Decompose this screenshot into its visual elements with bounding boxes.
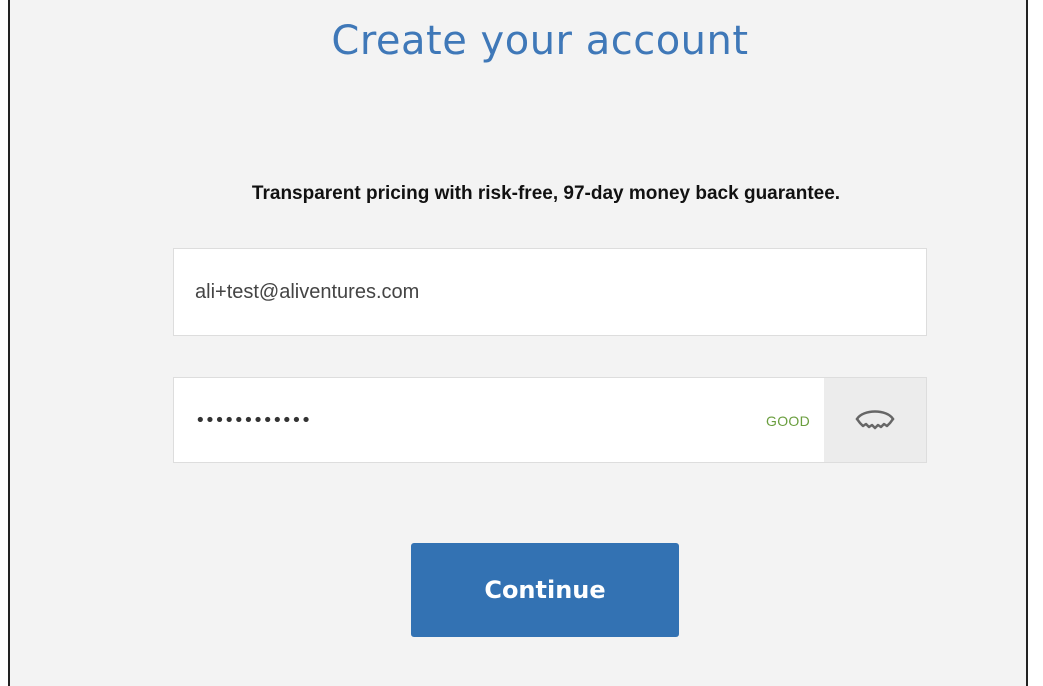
- password-masked-value: ••••••••••••: [195, 410, 311, 431]
- show-password-button[interactable]: [824, 378, 926, 462]
- page-title: Create your account: [331, 18, 749, 64]
- continue-button[interactable]: Continue: [411, 543, 679, 637]
- password-strength-badge: GOOD: [766, 413, 810, 429]
- pricing-tagline: Transparent pricing with risk-free, 97-d…: [251, 183, 841, 204]
- email-field-container: [173, 248, 927, 336]
- email-field[interactable]: [174, 249, 926, 335]
- password-field[interactable]: •••••••••••• GOOD: [173, 377, 927, 463]
- eye-icon: [855, 410, 895, 430]
- signup-panel: Create your account Transparent pricing …: [8, 0, 1028, 686]
